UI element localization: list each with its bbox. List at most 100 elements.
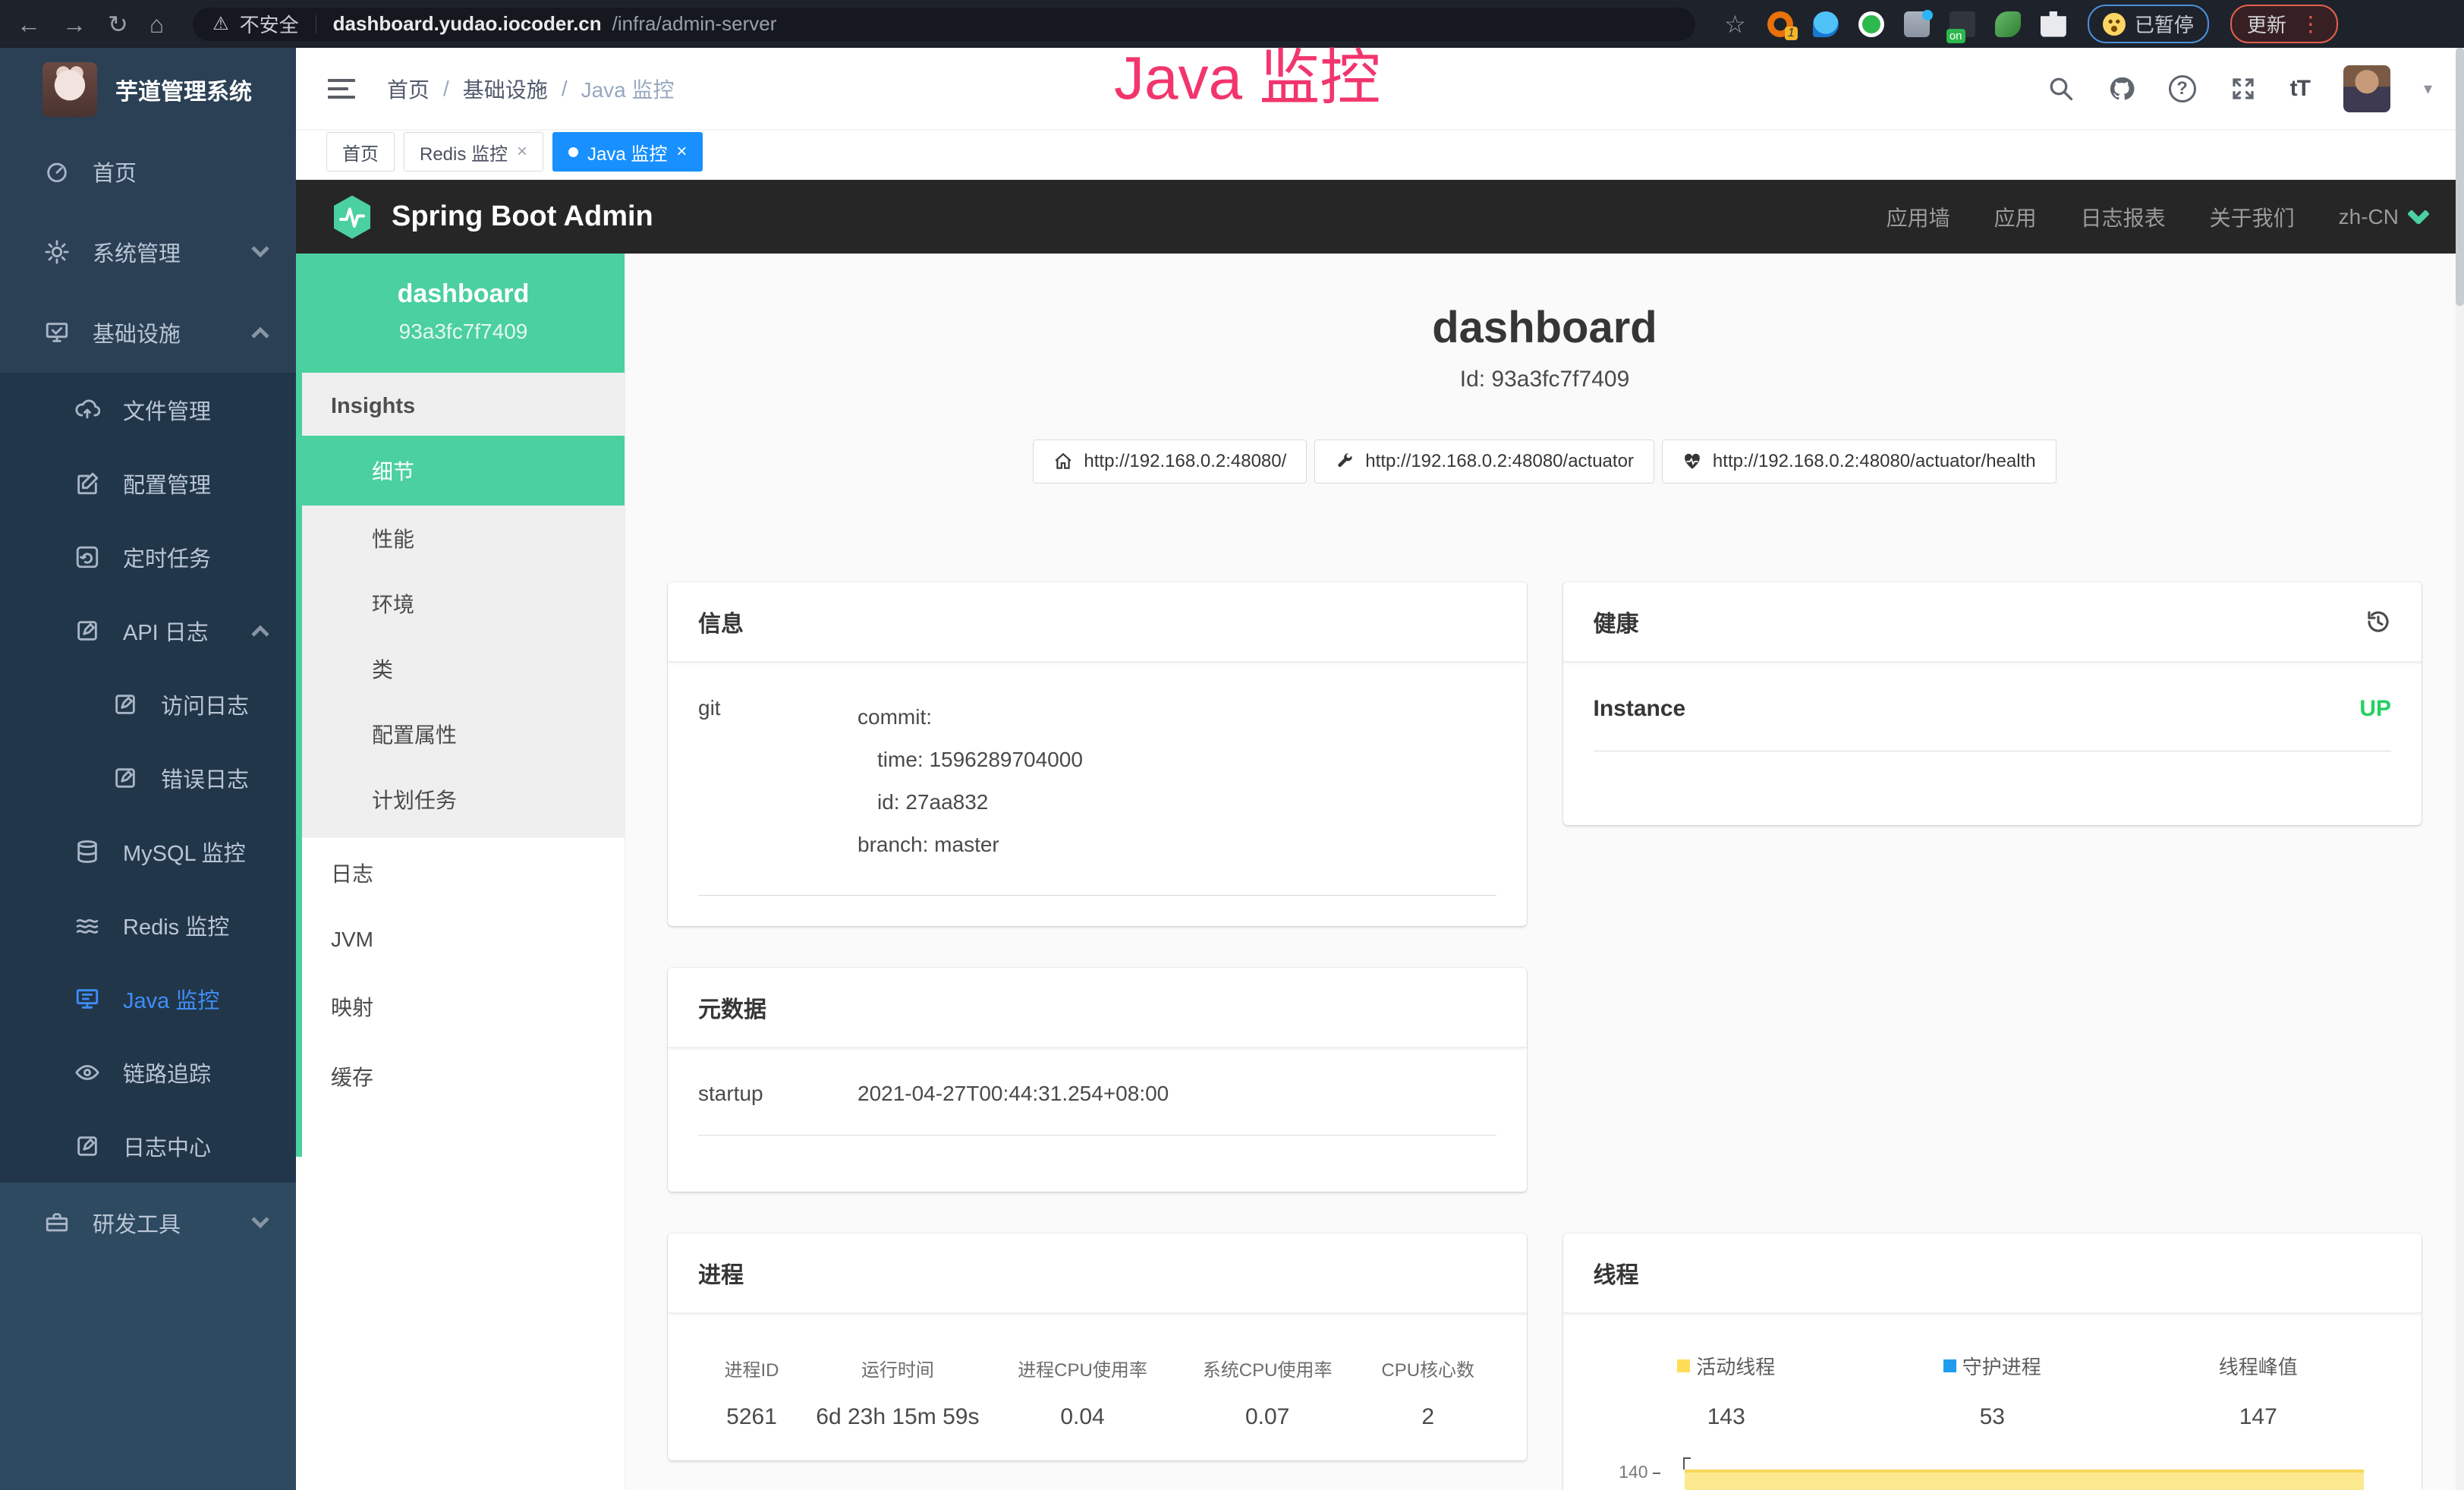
info-card: 信息 git commit: time: 1596289704000 id: 2… xyxy=(668,582,1527,926)
insights-item-details[interactable]: 细节 xyxy=(302,436,625,506)
sidebar-item-system[interactable]: 系统管理 xyxy=(0,212,296,292)
insights-item-scheduledtasks[interactable]: 计划任务 xyxy=(302,767,625,832)
sidebar-item-home[interactable]: 首页 xyxy=(0,131,296,212)
browser-back-icon[interactable]: ← xyxy=(17,12,41,36)
collapse-menu-icon[interactable] xyxy=(328,79,355,99)
health-card-header: 健康 xyxy=(1563,582,2422,663)
sidebar-item-accesslog[interactable]: 访问日志 xyxy=(0,667,296,741)
process-val-uptime: 6d 23h 15m 59s xyxy=(805,1404,990,1430)
sidebar-item-file[interactable]: 文件管理 xyxy=(0,373,296,446)
fullscreen-icon[interactable] xyxy=(2230,75,2257,102)
extension-grid-icon[interactable] xyxy=(1904,11,1930,37)
health-url-button[interactable]: http://192.168.0.2:48080/actuator/health xyxy=(1662,439,2056,484)
note-edit-icon xyxy=(74,618,100,644)
pink-annotation-text: Java 监控 xyxy=(1114,29,1380,117)
sidebar-item-label: 链路追踪 xyxy=(123,1057,211,1088)
metadata-card-title: 元数据 xyxy=(698,991,766,1024)
extension-list-icon[interactable]: on xyxy=(1949,11,1975,37)
close-tab-icon[interactable]: × xyxy=(517,141,527,162)
extension-green-circle-icon[interactable] xyxy=(1858,11,1884,37)
tab-redis-monitor[interactable]: Redis 监控 × xyxy=(404,132,543,172)
sidebar-item-logcenter[interactable]: 日志中心 xyxy=(0,1109,296,1183)
extension-leaf-icon[interactable] xyxy=(1995,11,2021,37)
sidebar-item-trace[interactable]: 链路追踪 xyxy=(0,1035,296,1109)
sidebar-item-jvm[interactable]: JVM xyxy=(302,908,625,972)
sidebar-item-apilog[interactable]: API 日志 xyxy=(0,594,296,667)
process-col-cpu: 进程CPU使用率 xyxy=(990,1355,1175,1381)
eye-icon xyxy=(74,1060,100,1085)
github-icon[interactable] xyxy=(2108,75,2135,102)
legend-live-threads: 活动线程 xyxy=(1594,1352,1860,1380)
note-edit-icon xyxy=(74,1133,100,1159)
inner-scrollbar[interactable] xyxy=(296,254,302,1157)
address-bar[interactable]: ⚠ 不安全 dashboard.yudao.iocoder.cn/infra/a… xyxy=(193,8,1695,41)
sidebar-item-job[interactable]: 定时任务 xyxy=(0,520,296,594)
extension-puzzle-icon[interactable] xyxy=(2041,11,2066,37)
scrollbar-thumb[interactable] xyxy=(2456,48,2464,306)
process-card: 进程 进程ID 运行时间 进程CPU使用率 系统CPU使用率 CPU核心数 52… xyxy=(668,1233,1527,1460)
insights-item-configprops[interactable]: 配置属性 xyxy=(302,701,625,767)
insights-item-metrics[interactable]: 性能 xyxy=(302,506,625,571)
tab-java-monitor[interactable]: Java 监控 × xyxy=(552,132,703,172)
browser-reload-icon[interactable]: ↻ xyxy=(108,12,128,36)
app-window: 芋道管理系统 首页 系统管理 基础设施 xyxy=(0,48,2464,1490)
sidebar-item-mappings[interactable]: 映射 xyxy=(302,972,625,1041)
yellow-swatch-icon xyxy=(1677,1359,1690,1372)
browser-menu-icon[interactable]: ⋮ xyxy=(2300,11,2321,36)
browser-forward-icon[interactable]: → xyxy=(62,12,87,36)
legend-label: 活动线程 xyxy=(1696,1352,1775,1380)
sba-nav-about[interactable]: 关于我们 xyxy=(2210,202,2295,232)
sba-nav-applications[interactable]: 应用 xyxy=(1994,202,2037,232)
breadcrumb-home[interactable]: 首页 xyxy=(387,74,430,104)
sba-nav-journal[interactable]: 日志报表 xyxy=(2081,202,2166,232)
page-scrollbar[interactable] xyxy=(2456,48,2464,1490)
help-icon[interactable]: ? xyxy=(2169,75,2196,102)
screen: ← → ↻ ⌂ ⚠ 不安全 dashboard.yudao.iocoder.cn… xyxy=(0,0,2464,1490)
spring-boot-admin-title[interactable]: Spring Boot Admin xyxy=(392,200,653,233)
sidebar-item-errorlog[interactable]: 错误日志 xyxy=(0,741,296,814)
instance-sidebar: dashboard 93a3fc7f7409 Insights 细节 性能 环境… xyxy=(302,254,625,1490)
live-threads-area-series xyxy=(1685,1470,2365,1490)
sidebar-item-label: 文件管理 xyxy=(123,394,211,426)
history-icon[interactable] xyxy=(2365,609,2391,635)
sidebar-item-label: 访问日志 xyxy=(161,688,249,720)
avatar-caret-icon[interactable]: ▾ xyxy=(2424,79,2432,99)
font-size-icon[interactable]: tT xyxy=(2290,76,2310,102)
process-card-header: 进程 xyxy=(668,1233,1527,1314)
sba-nav-wallboard[interactable]: 应用墙 xyxy=(1887,202,1950,232)
sidebar-item-mysql[interactable]: MySQL 监控 xyxy=(0,814,296,888)
management-url-button[interactable]: http://192.168.0.2:48080/actuator xyxy=(1314,439,1654,484)
search-icon[interactable] xyxy=(2047,75,2075,102)
browser-home-icon[interactable]: ⌂ xyxy=(149,12,164,36)
bookmark-star-icon[interactable]: ☆ xyxy=(1724,12,1746,36)
info-key: git xyxy=(698,696,858,866)
insights-item-classes[interactable]: 类 xyxy=(302,636,625,701)
info-card-body: git commit: time: 1596289704000 id: 27aa… xyxy=(668,663,1527,926)
brand-logo xyxy=(42,62,97,117)
close-tab-icon[interactable]: × xyxy=(676,141,687,162)
sidebar-item-java[interactable]: Java 监控 xyxy=(0,962,296,1035)
sidebar-item-devtools[interactable]: 研发工具 xyxy=(0,1183,296,1263)
sidebar-item-redis[interactable]: Redis 监控 xyxy=(0,888,296,962)
sba-locale-select[interactable]: zh-CN xyxy=(2339,205,2429,229)
sidebar-item-logfile[interactable]: 日志 xyxy=(302,838,625,908)
service-url-button[interactable]: http://192.168.0.2:48080/ xyxy=(1033,439,1307,484)
extension-pin-icon[interactable] xyxy=(1813,11,1839,37)
cloud-upload-icon xyxy=(74,397,100,423)
infra-submenu: 文件管理 配置管理 定时任务 API 日志 访问日志 xyxy=(0,373,296,1183)
breadcrumb-infra[interactable]: 基础设施 xyxy=(463,74,548,104)
sidebar-item-infra[interactable]: 基础设施 xyxy=(0,292,296,373)
sidebar-item-config[interactable]: 配置管理 xyxy=(0,446,296,520)
note-edit-icon xyxy=(112,691,138,717)
insights-item-environment[interactable]: 环境 xyxy=(302,571,625,636)
extension-proxy-icon[interactable]: 1 xyxy=(1767,11,1793,37)
user-avatar[interactable] xyxy=(2343,65,2390,112)
sidebar-item-caches[interactable]: 缓存 xyxy=(302,1041,625,1111)
app-brand[interactable]: 芋道管理系统 xyxy=(0,48,296,131)
database-icon xyxy=(74,839,100,865)
chrome-update-button[interactable]: 更新 ⋮ xyxy=(2230,5,2338,43)
paused-extension-badge[interactable]: 已暂停 xyxy=(2088,5,2209,43)
tab-label: 首页 xyxy=(342,139,379,165)
instance-header[interactable]: dashboard 93a3fc7f7409 xyxy=(302,254,625,373)
tab-home[interactable]: 首页 xyxy=(326,132,395,172)
